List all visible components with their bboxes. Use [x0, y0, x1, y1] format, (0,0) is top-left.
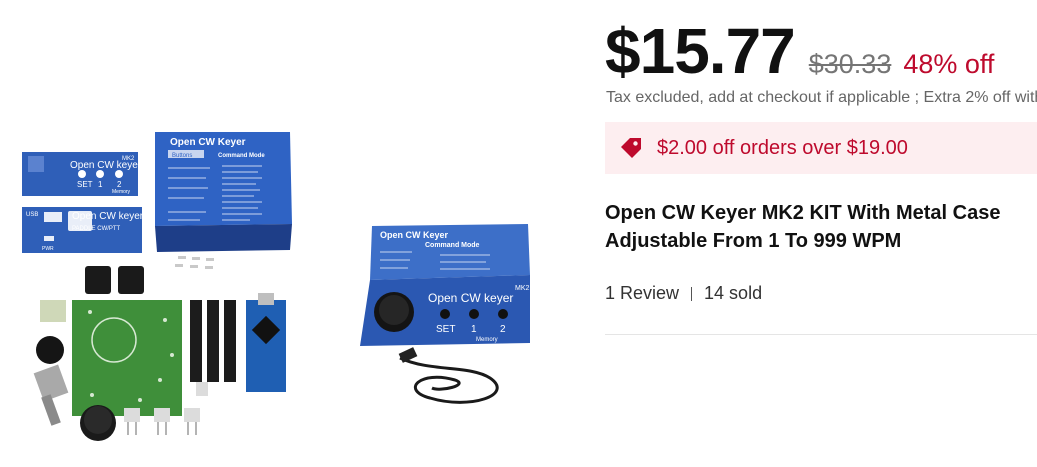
- front-panel-memory: Memory: [112, 189, 131, 195]
- front-panel-2: 2: [117, 180, 122, 189]
- assembled-case-mode: Command Mode: [425, 242, 480, 249]
- assembled-front-label: Open CW keyer: [428, 291, 513, 305]
- rear-panel-label: Open CW keyer: [72, 211, 144, 222]
- assembled-front-2: 2: [500, 324, 506, 335]
- assembled-front-memory: Memory: [476, 337, 498, 343]
- coupon-text: $2.00 off orders over $19.00: [657, 136, 908, 159]
- reviews-link[interactable]: 1 Review: [605, 283, 679, 304]
- assembled-front-mk: MK2: [515, 285, 530, 292]
- rear-panel-pwr: PWR: [42, 246, 54, 252]
- sold-count: 14 sold: [704, 283, 763, 303]
- product-title-line2: Adjustable From 1 To 999 WPM: [605, 230, 902, 252]
- original-price: $30.33: [808, 49, 892, 79]
- product-info: $15.77 $30.33 48% off Tax excluded, add …: [605, 0, 1037, 467]
- product-image[interactable]: Open CW keyer MK2 SET 1 2 Memory USB Ope…: [0, 0, 590, 467]
- sale-price: $15.77: [605, 15, 796, 87]
- product-photo: Open CW keyer MK2 SET 1 2 Memory USB Ope…: [22, 132, 530, 441]
- case-buttons: Buttons: [172, 153, 192, 159]
- arduino-board: [246, 300, 286, 392]
- tax-note: Tax excluded, add at checkout if applica…: [606, 89, 1037, 106]
- case-mode: Command Mode: [218, 153, 265, 159]
- price-row: $15.77 $30.33 48% off: [605, 14, 994, 88]
- rear-panel-usb: USB: [26, 212, 38, 218]
- usb-cable: [399, 356, 499, 404]
- front-panel-mk: MK2: [122, 156, 135, 162]
- assembled-front-set: SET: [436, 324, 455, 335]
- front-panel-set: SET: [77, 180, 93, 189]
- product-meta: 1 Review 14 sold: [605, 283, 762, 304]
- price-tag-icon: [621, 138, 641, 158]
- section-divider: [605, 334, 1037, 335]
- assembled-case-label: Open CW Keyer: [380, 230, 449, 240]
- assembled-front-1: 1: [471, 324, 477, 335]
- product-title-line1: Open CW Keyer MK2 KIT With Metal Case: [605, 202, 1001, 224]
- coupon-banner[interactable]: $2.00 off orders over $19.00: [605, 122, 1037, 174]
- case-label: Open CW Keyer: [170, 137, 246, 148]
- product-title: Open CW Keyer MK2 KIT With Metal Case Ad…: [605, 199, 1037, 255]
- meta-divider: [691, 286, 693, 301]
- rear-panel-paddle: PADDLE CW/PTT: [72, 226, 121, 232]
- discount-badge: 48% off: [903, 49, 995, 79]
- front-panel-1: 1: [98, 180, 103, 189]
